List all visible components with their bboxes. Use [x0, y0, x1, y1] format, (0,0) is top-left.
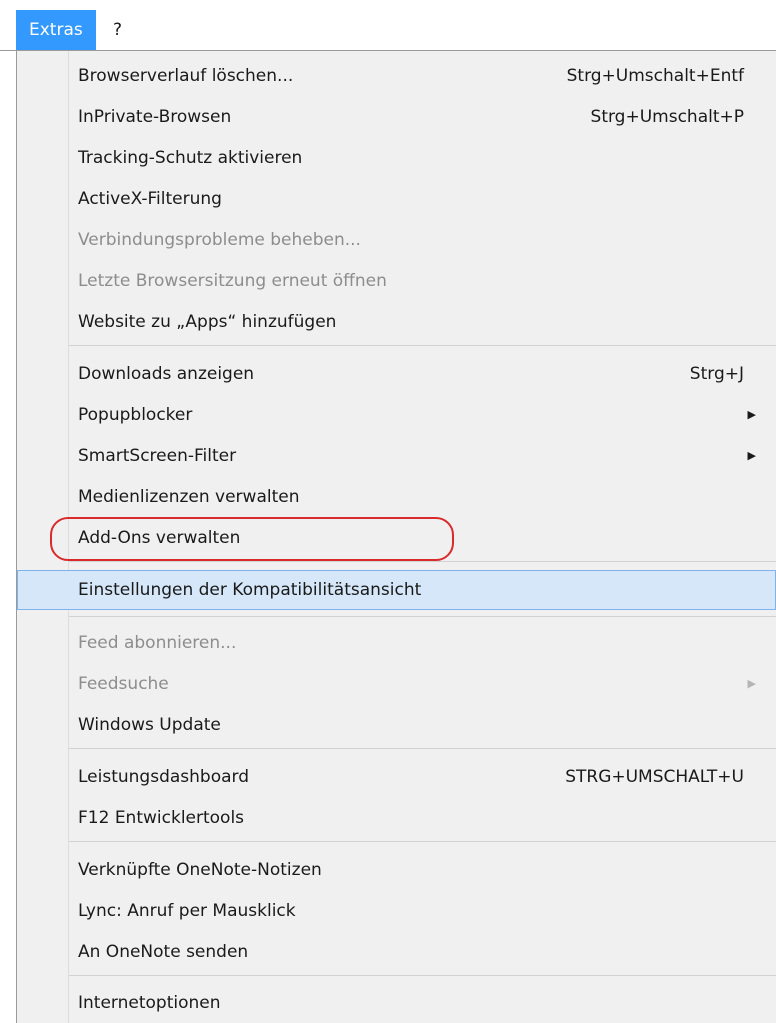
menu-item-label: Add-Ons verwalten: [78, 528, 241, 548]
menu-item-label: Einstellungen der Kompatibilitätsansicht: [78, 580, 422, 600]
menu-item-internetoptionen[interactable]: Internetoptionen: [17, 983, 776, 1023]
menu-item-windows-update[interactable]: Windows Update: [17, 705, 776, 745]
submenu-arrow-icon: ▶: [747, 677, 756, 690]
menu-item-browserverlauf-loeschen[interactable]: Browserverlauf löschen... Strg+Umschalt+…: [17, 56, 776, 96]
menu-item-label: Browserverlauf löschen...: [78, 66, 294, 86]
submenu-arrow-icon: ▶: [747, 449, 756, 462]
menu-item-feedsuche: Feedsuche ▶: [17, 664, 776, 704]
menu-item-label: Feed abonnieren...: [78, 633, 237, 653]
menu-separator: [69, 748, 776, 749]
menu-separator: [69, 841, 776, 842]
menu-item-label: InPrivate-Browsen: [78, 107, 232, 127]
menu-bar: Extras ?: [0, 10, 776, 51]
menubar-help[interactable]: ?: [100, 10, 135, 50]
menu-separator: [69, 345, 776, 346]
menu-item-feed-abonnieren: Feed abonnieren...: [17, 623, 776, 663]
menu-item-label: Downloads anzeigen: [78, 364, 255, 384]
menu-item-label: Website zu „Apps“ hinzufügen: [78, 312, 337, 332]
menu-item-shortcut: Strg+Umschalt+P: [590, 107, 744, 127]
menu-item-website-zu-apps[interactable]: Website zu „Apps“ hinzufügen: [17, 302, 776, 342]
menu-item-f12-entwicklertools[interactable]: F12 Entwicklertools: [17, 798, 776, 838]
menu-item-label: Leistungsdashboard: [78, 767, 250, 787]
menu-item-verbindungsprobleme: Verbindungsprobleme beheben...: [17, 220, 776, 260]
extras-dropdown-menu: Browserverlauf löschen... Strg+Umschalt+…: [16, 51, 776, 1023]
menu-item-add-ons-verwalten[interactable]: Add-Ons verwalten: [17, 518, 776, 558]
menu-item-leistungsdashboard[interactable]: Leistungsdashboard STRG+UMSCHALT+U: [17, 757, 776, 797]
menu-item-shortcut: STRG+UMSCHALT+U: [565, 767, 744, 787]
menu-item-label: Internetoptionen: [78, 993, 221, 1013]
menu-item-label: Letzte Browsersitzung erneut öffnen: [78, 271, 387, 291]
menu-item-shortcut: Strg+Umschalt+Entf: [566, 66, 744, 86]
menu-item-inprivate-browsen[interactable]: InPrivate-Browsen Strg+Umschalt+P: [17, 97, 776, 137]
menu-item-tracking-schutz[interactable]: Tracking-Schutz aktivieren: [17, 138, 776, 178]
menu-item-label: Lync: Anruf per Mausklick: [78, 901, 296, 921]
menu-item-label: Verbindungsprobleme beheben...: [78, 230, 361, 250]
menu-item-label: F12 Entwicklertools: [78, 808, 245, 828]
menu-item-smartscreen-filter[interactable]: SmartScreen-Filter ▶: [17, 436, 776, 476]
menu-item-label: Windows Update: [78, 715, 221, 735]
menu-item-lync-anruf[interactable]: Lync: Anruf per Mausklick: [17, 891, 776, 931]
menu-item-label: Tracking-Schutz aktivieren: [78, 148, 303, 168]
menu-item-label: Popupblocker: [78, 405, 193, 425]
menu-item-label: Verknüpfte OneNote-Notizen: [78, 860, 322, 880]
menu-item-label: SmartScreen-Filter: [78, 446, 237, 466]
menu-separator: [69, 975, 776, 976]
menu-item-shortcut: Strg+J: [689, 364, 744, 384]
menu-item-label: ActiveX-Filterung: [78, 189, 222, 209]
menu-item-activex-filterung[interactable]: ActiveX-Filterung: [17, 179, 776, 219]
menubar-extras[interactable]: Extras: [16, 10, 96, 50]
menu-item-label: Feedsuche: [78, 674, 169, 694]
menu-item-downloads-anzeigen[interactable]: Downloads anzeigen Strg+J: [17, 354, 776, 394]
menu-separator: [69, 616, 776, 617]
menu-item-label: An OneNote senden: [78, 942, 249, 962]
menu-item-medienlizenzen[interactable]: Medienlizenzen verwalten: [17, 477, 776, 517]
submenu-arrow-icon: ▶: [747, 408, 756, 421]
menu-item-onenote-notizen[interactable]: Verknüpfte OneNote-Notizen: [17, 850, 776, 890]
menu-item-kompatibilitaetsansicht[interactable]: Einstellungen der Kompatibilitätsansicht: [17, 570, 776, 610]
menu-item-an-onenote-senden[interactable]: An OneNote senden: [17, 932, 776, 972]
menu-separator: [69, 561, 776, 562]
menu-item-letzte-browsersitzung: Letzte Browsersitzung erneut öffnen: [17, 261, 776, 301]
menu-item-popupblocker[interactable]: Popupblocker ▶: [17, 395, 776, 435]
menu-item-label: Medienlizenzen verwalten: [78, 487, 300, 507]
